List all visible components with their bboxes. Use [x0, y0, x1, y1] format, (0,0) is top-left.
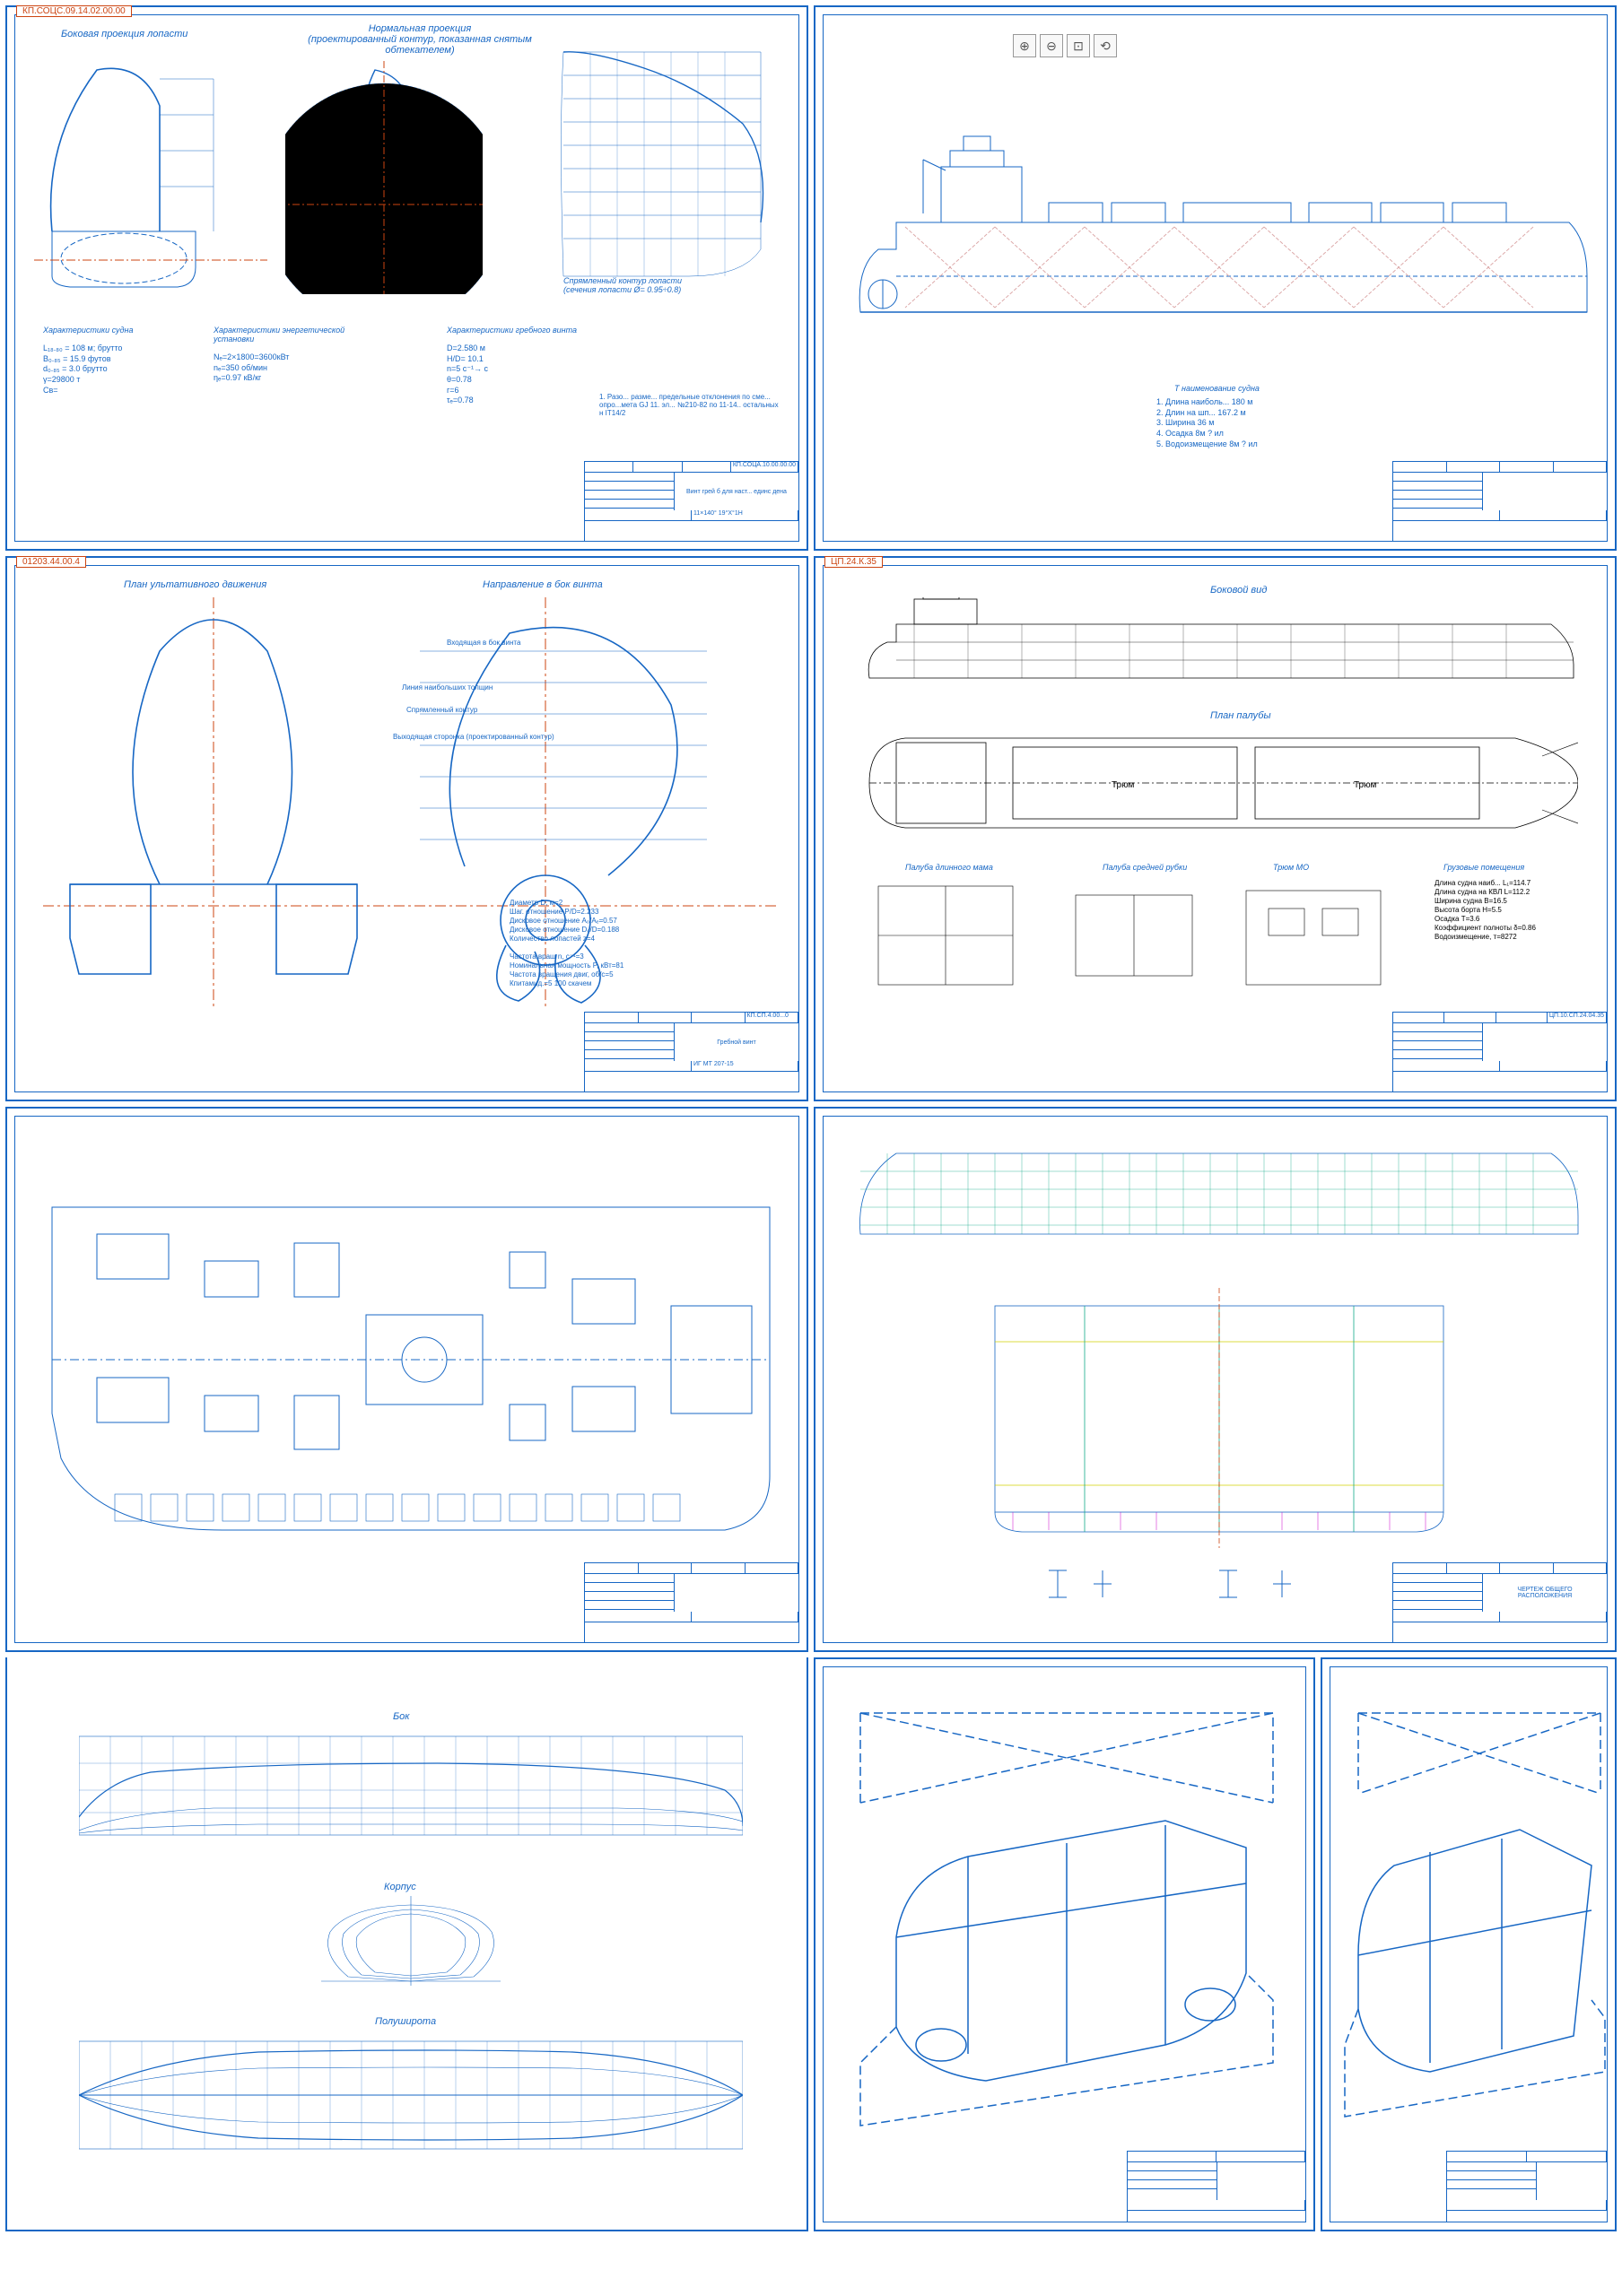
ga-side-view [860, 597, 1578, 696]
ga-sections [869, 877, 1408, 1003]
label-thickline: Линия наибольших толщин [402, 683, 493, 691]
title-block: ЧЕРТЕЖ ОБЩЕГО РАСПОЛОЖЕНИЯ [1392, 1562, 1608, 1643]
sheet-tag: КП.СОЦС.09.14.02.00.00 [16, 5, 132, 17]
char-ship-values: L₁₈.₈₀ = 108 м; бруттоB₀.₈₅ = 15.9 футов… [43, 344, 122, 396]
title-block [1392, 461, 1608, 542]
propeller-normal-view [285, 52, 483, 294]
lines-side-label: Бок [393, 1711, 409, 1722]
subtitle-sections: Спрямленный контур лопасти (сечения лопа… [563, 276, 682, 294]
title-block [584, 1562, 799, 1643]
char-ship-header: Характеристики судна [43, 326, 133, 335]
prop-specs: Диаметр D, м=2Шаг. отношение P/D=2.233Ди… [510, 899, 624, 988]
blade-side-view [34, 52, 267, 303]
char-prop-header: Характеристики гребного винта [447, 326, 577, 335]
char-prop-values: D=2.580 мH/D= 10.1n=5 с⁻¹→ сθ=0.78г=6τₑ=… [447, 344, 488, 406]
char-power-values: Nₑ=2×1800=3600кВтnₑ=350 об/минηₑ=0.97 кВ… [214, 352, 289, 384]
sheet-lines-plan: Бок Корпус Полуширота [5, 1657, 808, 2231]
lines-half-label: Полуширота [375, 2016, 436, 2027]
char-power-header: Характеристики энергетической установки [214, 326, 348, 344]
svg-text:Трюм: Трюм [1112, 780, 1134, 790]
hull-3d-bow [1340, 1686, 1609, 2135]
sec-main: Палуба длинного мама [905, 863, 993, 872]
lines-halfbreadth [79, 2032, 743, 2167]
blade-expanded-drawing [43, 597, 779, 1010]
sheet-tag: ЦП.24.К.35 [824, 556, 883, 568]
zoom-fit-button[interactable]: ⊡ [1067, 34, 1090, 57]
cargo-dims: Длина судна наиб... L₁=114.7Длина судна … [1435, 879, 1536, 942]
note-tolerances: 1. Разо... разме... предельные отклонени… [599, 393, 788, 417]
ship-dims-header: Т наименование судна [1174, 384, 1260, 393]
sheet-general-arrangement: ЦП.24.К.35 Боковой вид План палубы Трюм [814, 556, 1617, 1101]
label-radius: Входящая в бок винта [447, 639, 520, 647]
sheet-3d-bow [1321, 1657, 1617, 2231]
title-side-projection: Боковая проекция лопасти [61, 29, 187, 39]
beam-sections [1049, 1566, 1372, 1602]
view-side-label: Боковой вид [1210, 585, 1267, 596]
viewer-toolbar: ⊕ ⊖ ⊡ ⟲ [1013, 34, 1117, 57]
zoom-reset-button[interactable]: ⟲ [1094, 34, 1117, 57]
title-block: ЦП.10.СП.24.04.35 [1392, 1012, 1608, 1092]
sec-cargo-h: Грузовые помещения [1443, 863, 1524, 872]
title-block [1127, 2151, 1306, 2222]
svg-text:Трюм: Трюм [1354, 780, 1376, 790]
sheet-3d-stern [814, 1657, 1316, 2231]
lines-sheer [79, 1727, 743, 1862]
drawing-sheet-grid: КП.СОЦС.09.14.02.00.00 Боковая проекция … [0, 0, 1622, 2237]
title-block: КП.СП.4.00...0 Гребной винт ИГ МТ 207-15 [584, 1012, 799, 1092]
sec-mo: Трюм МО [1273, 863, 1309, 872]
hull-3d-stern [842, 1686, 1291, 2135]
lines-body [312, 1896, 510, 1995]
label-out: Выходящая сторонка (проектированный конт… [393, 733, 554, 741]
midship-section [977, 1288, 1461, 1557]
view-deck-label: План палубы [1210, 710, 1271, 721]
ship-side-elevation [842, 133, 1596, 366]
engine-room-plan [43, 1180, 779, 1557]
lines-body-label: Корпус [384, 1882, 416, 1892]
title-direction: Направление в бок винта [483, 579, 603, 590]
ga-deck-plan: Трюм Трюм [860, 725, 1578, 841]
sheet-engine-room [5, 1107, 808, 1652]
zoom-in-button[interactable]: ⊕ [1013, 34, 1036, 57]
title-block [1446, 2151, 1608, 2222]
sheet-structure: ЧЕРТЕЖ ОБЩЕГО РАСПОЛОЖЕНИЯ [814, 1107, 1617, 1652]
sheet-ship-general: ⊕ ⊖ ⊡ ⟲ [814, 5, 1617, 551]
title-plan: План ультативного движения [124, 579, 266, 590]
sec-mid: Палуба средней рубки [1103, 863, 1187, 872]
sheet-propeller-projections: КП.СОЦС.09.14.02.00.00 Боковая проекция … [5, 5, 808, 551]
ship-dims: 1. Длина наиболь... 180 м2. Длин на шп..… [1156, 397, 1258, 449]
sheet-blade-expanded: 01203.44.00.4 План ультативного движения… [5, 556, 808, 1101]
sheet-tag: 01203.44.00.4 [16, 556, 86, 568]
hull-side-structure [851, 1135, 1587, 1261]
label-straight: Спрямленный контур [406, 706, 477, 714]
blade-sections [510, 43, 779, 294]
title-block: КП.СОЦА.10.00.00.00 Винт грей б для наст… [584, 461, 799, 542]
zoom-out-button[interactable]: ⊖ [1040, 34, 1063, 57]
